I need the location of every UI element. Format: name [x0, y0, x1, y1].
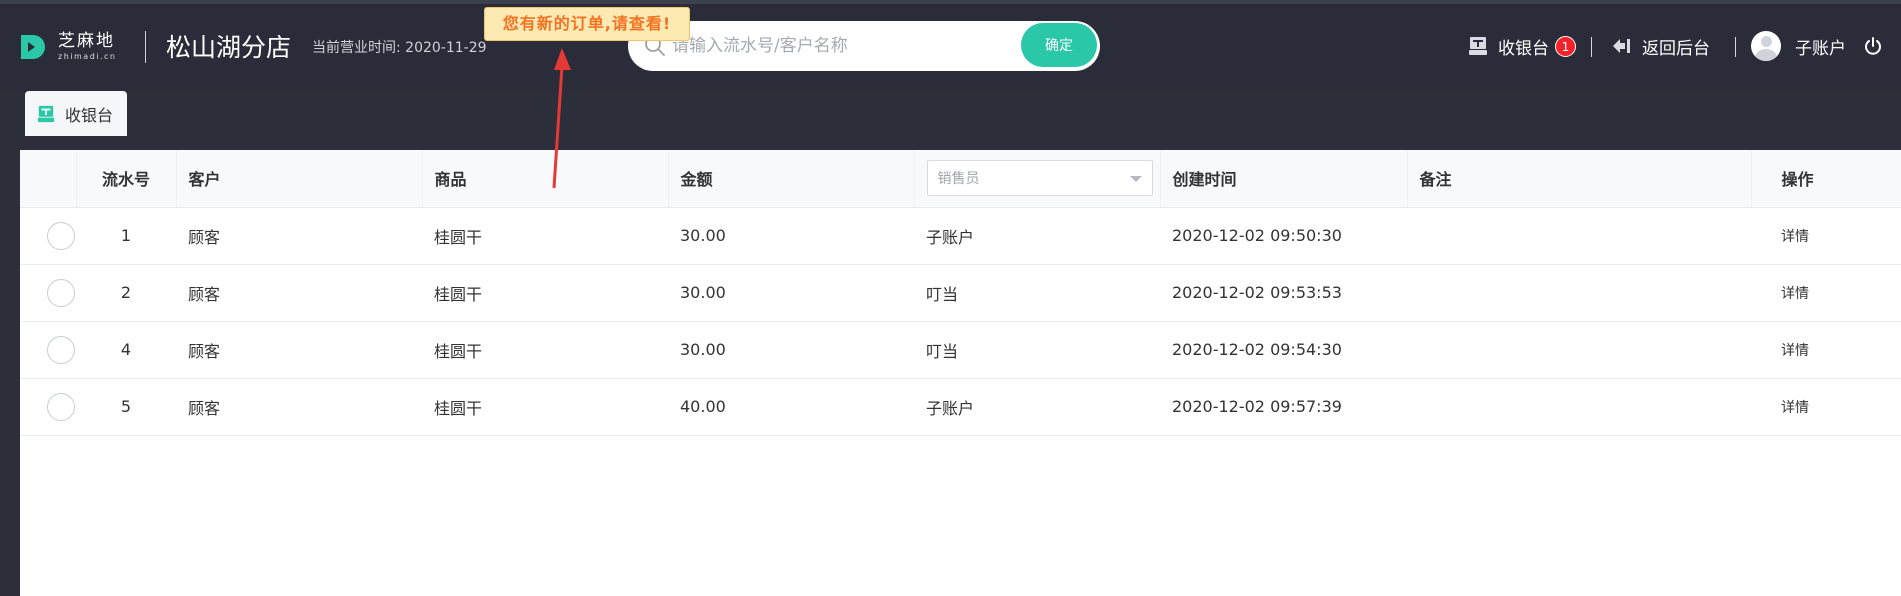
- nav-cashier[interactable]: 收银台 1: [1468, 32, 1576, 60]
- row-radio[interactable]: [47, 278, 75, 307]
- power-icon: [1865, 37, 1881, 55]
- logo-cn: 芝麻地: [58, 31, 115, 51]
- cell-action: 详情: [1751, 207, 1901, 265]
- row-radio[interactable]: [47, 392, 75, 421]
- col-action: 操作: [1751, 150, 1901, 208]
- cell-customer: 顾客: [176, 264, 422, 322]
- cell-customer: 顾客: [176, 321, 422, 379]
- cell-created: 2020-12-02 09:57:39: [1160, 378, 1407, 436]
- cell-amount: 30.00: [668, 321, 914, 379]
- cell-customer: 顾客: [176, 207, 422, 265]
- cell-product: 桂圆干: [422, 264, 668, 322]
- top-strip: [0, 0, 1901, 4]
- tab-cashier[interactable]: 收银台: [25, 91, 127, 136]
- cell-action: 详情: [1751, 321, 1901, 379]
- cell-salesperson: 子账户: [914, 207, 1160, 265]
- table-row[interactable]: 5 顾客 桂圆干 40.00 子账户 2020-12-02 09:57:39 详…: [20, 378, 1901, 436]
- row-radio[interactable]: [47, 335, 75, 364]
- cell-created: 2020-12-02 09:53:53: [1160, 264, 1407, 322]
- top-bar: 芝麻地 zhimadi.cn 松山湖分店 当前营业时间: 2020-11-29 …: [0, 0, 1901, 136]
- cell-created: 2020-12-02 09:54:30: [1160, 321, 1407, 379]
- row-radio[interactable]: [47, 221, 75, 250]
- cell-amount: 30.00: [668, 264, 914, 322]
- cell-salesperson: 叮当: [914, 321, 1160, 379]
- table-row[interactable]: 2 顾客 桂圆干 30.00 叮当 2020-12-02 09:53:53 详情: [20, 264, 1901, 322]
- main-content: 流水号 客户 商品 金额 销售员 创建时间 备注 操作 1 顾客 桂圆干 30.…: [0, 136, 1901, 596]
- nav-back-label: 返回后台: [1642, 38, 1710, 59]
- cell-serial: 1: [76, 207, 176, 265]
- col-product: 商品: [422, 150, 669, 208]
- logo-mark-icon: [21, 35, 45, 59]
- cell-salesperson: 叮当: [914, 264, 1160, 322]
- row-select-cell: [20, 264, 76, 322]
- nav-back-to-admin[interactable]: 返回后台: [1612, 32, 1710, 60]
- col-amount: 金额: [668, 150, 915, 208]
- table-row[interactable]: 4 顾客 桂圆干 30.00 叮当 2020-12-02 09:54:30 详情: [20, 321, 1901, 379]
- nav-separator: [1735, 37, 1736, 57]
- logo-en: zhimadi.cn: [58, 52, 117, 61]
- row-select-cell: [20, 207, 76, 265]
- cell-salesperson: 子账户: [914, 378, 1160, 436]
- new-order-notification[interactable]: 您有新的订单,请查看!: [484, 7, 690, 41]
- cell-action: 详情: [1751, 264, 1901, 322]
- table-header-row: 流水号 客户 商品 金额 销售员 创建时间 备注 操作: [20, 150, 1901, 208]
- business-time: 当前营业时间: 2020-11-29: [312, 39, 487, 57]
- col-salesperson: 销售员: [914, 150, 1161, 208]
- details-link[interactable]: 详情: [1781, 229, 1809, 245]
- cell-serial: 2: [76, 264, 176, 322]
- brand-logo[interactable]: 芝麻地 zhimadi.cn: [18, 30, 117, 64]
- salesperson-select-placeholder: 销售员: [937, 171, 980, 188]
- search-bar: 确定: [628, 21, 1100, 71]
- details-link[interactable]: 详情: [1781, 343, 1809, 359]
- cashier-icon: [1469, 37, 1487, 55]
- logout-button[interactable]: [1863, 32, 1883, 60]
- nav-separator: [1591, 37, 1592, 57]
- header-divider: [145, 31, 146, 63]
- cell-created: 2020-12-02 09:50:30: [1160, 207, 1407, 265]
- chevron-down-icon: [1129, 176, 1142, 183]
- col-select: [20, 150, 77, 208]
- salesperson-select[interactable]: 销售员: [926, 160, 1153, 197]
- cell-amount: 40.00: [668, 378, 914, 436]
- cashier-badge: 1: [1555, 35, 1576, 57]
- business-time-value: 2020-11-29: [405, 40, 487, 56]
- cashier-icon: [37, 105, 55, 122]
- cell-customer: 顾客: [176, 378, 422, 436]
- col-note: 备注: [1407, 150, 1752, 208]
- col-created: 创建时间: [1160, 150, 1408, 208]
- orders-panel: 流水号 客户 商品 金额 销售员 创建时间 备注 操作 1 顾客 桂圆干 30.…: [20, 150, 1901, 596]
- back-arrow-icon: [1613, 39, 1630, 53]
- cell-amount: 30.00: [668, 207, 914, 265]
- avatar: [1751, 31, 1781, 61]
- cell-action: 详情: [1751, 378, 1901, 436]
- cell-product: 桂圆干: [422, 378, 668, 436]
- cell-serial: 5: [76, 378, 176, 436]
- cell-note: [1407, 321, 1751, 379]
- row-select-cell: [20, 378, 76, 436]
- tab-cashier-label: 收银台: [65, 105, 114, 125]
- nav-user[interactable]: 子账户: [1751, 31, 1846, 61]
- search-confirm-button[interactable]: 确定: [1021, 23, 1097, 67]
- orders-table: 流水号 客户 商品 金额 销售员 创建时间 备注 操作 1 顾客 桂圆干 30.…: [20, 150, 1901, 436]
- logo-text: 芝麻地 zhimadi.cn: [58, 33, 117, 61]
- nav-user-label: 子账户: [1795, 38, 1846, 59]
- col-serial: 流水号: [76, 150, 177, 208]
- col-customer: 客户: [176, 150, 423, 208]
- business-time-label: 当前营业时间:: [312, 40, 401, 56]
- cell-note: [1407, 264, 1751, 322]
- details-link[interactable]: 详情: [1781, 286, 1809, 302]
- cell-product: 桂圆干: [422, 321, 668, 379]
- row-select-cell: [20, 321, 76, 379]
- search-input[interactable]: [672, 36, 1012, 56]
- table-row[interactable]: 1 顾客 桂圆干 30.00 子账户 2020-12-02 09:50:30 详…: [20, 207, 1901, 265]
- cell-note: [1407, 378, 1751, 436]
- cell-product: 桂圆干: [422, 207, 668, 265]
- cell-note: [1407, 207, 1751, 265]
- cell-serial: 4: [76, 321, 176, 379]
- col-action-label: 操作: [1781, 170, 1814, 190]
- details-link[interactable]: 详情: [1781, 400, 1809, 416]
- nav-cashier-label: 收银台: [1498, 38, 1549, 59]
- store-name: 松山湖分店: [166, 33, 292, 62]
